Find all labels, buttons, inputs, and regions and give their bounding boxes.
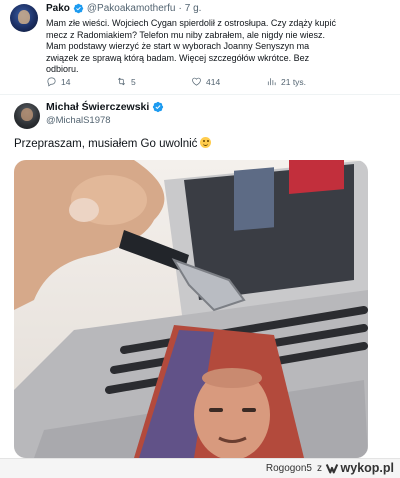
like-count: 414: [206, 76, 221, 87]
tweet-photo[interactable]: [14, 160, 368, 458]
quoted-author-name[interactable]: Pako: [46, 3, 70, 14]
quoted-tweet-time[interactable]: 7 g.: [185, 3, 202, 14]
left-eye: [209, 408, 223, 412]
main-tweet-text-row: Przepraszam, musiałem Go uwolnić: [14, 137, 212, 150]
footer-username[interactable]: Rogogon5: [266, 463, 312, 474]
forehead: [202, 368, 262, 388]
wykop-logo-icon: [325, 464, 338, 474]
reply-action[interactable]: 14: [46, 76, 70, 87]
like-action[interactable]: 414: [191, 76, 220, 87]
main-author-name[interactable]: Michał Świerczewski: [46, 101, 149, 113]
quoted-author-avatar[interactable]: [10, 4, 38, 32]
photo-illustration: [14, 160, 368, 458]
meta-separator: ·: [178, 3, 182, 14]
views-action[interactable]: 21 tys.: [266, 76, 306, 87]
screen-red-window: [289, 160, 344, 194]
views-icon: [267, 78, 276, 86]
verified-badge-icon: [73, 3, 84, 14]
footer-conjunction: z: [317, 463, 322, 474]
main-author-handle[interactable]: @MichalS1978: [46, 115, 111, 126]
winking-face-icon: [200, 137, 212, 148]
screen-blue-window: [234, 167, 274, 231]
reply-icon: [47, 77, 56, 87]
verified-badge-icon: [153, 101, 164, 113]
retweet-count: 5: [131, 76, 136, 87]
main-author-name-row: Michał Świerczewski: [46, 101, 167, 113]
main-author-avatar[interactable]: [14, 103, 40, 129]
quoted-tweet-header: Pako @Pakoakamotherfu · 7 g.: [46, 3, 201, 14]
retweet-action[interactable]: 5: [116, 76, 136, 87]
like-icon: [192, 77, 201, 86]
quoted-tweet-text: Mam złe wieści. Wojciech Cygan spierdoli…: [46, 18, 336, 75]
retweet-icon: [118, 77, 125, 86]
main-tweet-text: Przepraszam, musiałem Go uwolnić: [14, 138, 198, 150]
wykop-logo-text: wykop.pl: [340, 461, 394, 475]
thumbnail: [69, 198, 99, 222]
quoted-tweet[interactable]: Pako @Pakoakamotherfu · 7 g. Mam złe wie…: [0, 0, 400, 95]
wykop-footer: Rogogon5 z wykop.pl: [0, 458, 400, 478]
quoted-tweet-actions: 14 5 414 21 tys.: [46, 76, 346, 90]
wykop-logo[interactable]: wykop.pl: [325, 461, 394, 475]
quoted-author-handle[interactable]: @Pakoakamotherfu: [87, 3, 176, 14]
right-eye: [242, 408, 256, 412]
reply-count: 14: [61, 76, 71, 87]
tweet-divider: [0, 94, 400, 95]
views-count: 21 tys.: [281, 76, 307, 87]
